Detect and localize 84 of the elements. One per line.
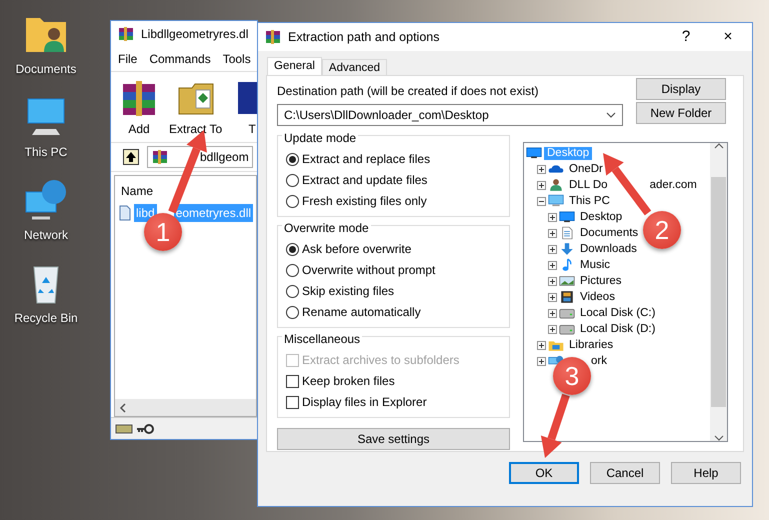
drive-icon bbox=[115, 422, 133, 434]
dialog-button[interactable]: OK bbox=[509, 462, 579, 484]
tree-item[interactable]: Desktop bbox=[577, 210, 626, 224]
archive-books-icon bbox=[151, 148, 169, 166]
key-icon bbox=[136, 422, 154, 434]
monitor-icon bbox=[526, 146, 542, 160]
tree-item[interactable]: Pictures bbox=[577, 274, 625, 288]
vertical-scrollbar[interactable] bbox=[710, 143, 727, 441]
radio-option[interactable]: Rename automatically bbox=[286, 303, 501, 321]
person-icon bbox=[548, 178, 564, 192]
download-arrow-icon bbox=[559, 242, 575, 256]
expand-toggle[interactable] bbox=[537, 340, 546, 350]
annotation-arrow bbox=[540, 394, 570, 458]
tree-item[interactable]: OneDr bbox=[566, 162, 606, 176]
tab[interactable]: Advanced bbox=[322, 59, 388, 76]
expand-toggle[interactable] bbox=[548, 276, 557, 286]
tree-item[interactable]: Documents bbox=[577, 226, 642, 240]
tree-item[interactable]: Music bbox=[577, 258, 614, 272]
expand-toggle[interactable] bbox=[548, 212, 557, 222]
expand-toggle[interactable] bbox=[548, 244, 557, 254]
tree-item[interactable]: ader.com bbox=[646, 178, 700, 192]
toolbar-button[interactable]: T bbox=[232, 78, 257, 138]
tree-item[interactable]: Downloads bbox=[577, 242, 640, 256]
scroll-left-icon[interactable] bbox=[119, 402, 127, 412]
expand-toggle[interactable] bbox=[548, 324, 557, 334]
monitor-icon bbox=[559, 210, 575, 224]
desktop-icon-label[interactable]: Recycle Bin bbox=[14, 309, 78, 327]
tab[interactable]: General bbox=[267, 57, 322, 76]
dialog-button[interactable]: Cancel bbox=[590, 462, 660, 484]
expand-toggle[interactable] bbox=[537, 164, 546, 174]
scroll-up-icon[interactable] bbox=[714, 143, 724, 149]
side-button[interactable]: New Folder bbox=[636, 102, 726, 124]
radio-option[interactable]: Overwrite without prompt bbox=[286, 261, 501, 279]
picture-icon bbox=[559, 274, 575, 288]
save-settings-button[interactable]: Save settings bbox=[277, 428, 510, 450]
tree-item[interactable]: DLL Do bbox=[566, 178, 611, 192]
expand-toggle[interactable] bbox=[548, 292, 557, 302]
expand-toggle[interactable] bbox=[548, 260, 557, 270]
expand-toggle[interactable] bbox=[548, 308, 557, 318]
tree-item[interactable]: Local Disk (D:) bbox=[577, 322, 658, 336]
radio-option[interactable]: Ask before overwrite bbox=[286, 240, 501, 258]
archive-books-icon bbox=[117, 25, 135, 43]
help-button[interactable]: ? bbox=[668, 26, 704, 48]
archive-books-icon bbox=[264, 28, 282, 46]
close-button[interactable]: × bbox=[710, 26, 746, 48]
expand-toggle[interactable] bbox=[537, 356, 546, 366]
field-label: Destination path (will be created if does not exist) bbox=[277, 83, 540, 100]
expand-toggle[interactable] bbox=[537, 180, 546, 190]
desktop-icon-label[interactable]: Network bbox=[24, 226, 68, 244]
drive-icon bbox=[559, 322, 575, 336]
expand-toggle[interactable] bbox=[548, 228, 557, 238]
window-title: Extraction path and options bbox=[288, 28, 440, 46]
toolbar-button[interactable]: Add bbox=[119, 78, 159, 138]
radio-option[interactable]: Extract and replace files bbox=[286, 150, 501, 168]
menu-item[interactable]: File bbox=[118, 50, 138, 68]
menu-item[interactable]: Commands bbox=[149, 50, 211, 68]
horizontal-scrollbar[interactable] bbox=[115, 399, 256, 416]
file-icon bbox=[119, 205, 131, 221]
menu-item[interactable]: Tools bbox=[222, 50, 251, 68]
radio-option[interactable]: Extract and update files bbox=[286, 171, 501, 189]
monitor-icon bbox=[548, 194, 564, 208]
toolbar-button[interactable]: Extract To bbox=[169, 78, 222, 138]
tree-item[interactable]: This PC bbox=[566, 194, 613, 208]
film-strip-icon bbox=[559, 290, 575, 304]
expand-toggle[interactable] bbox=[537, 196, 546, 206]
radio-option[interactable]: Skip existing files bbox=[286, 282, 501, 300]
checkbox-option[interactable]: Keep broken files bbox=[286, 372, 501, 390]
scroll-down-icon[interactable] bbox=[714, 435, 724, 441]
tree-item[interactable]: Videos bbox=[577, 290, 618, 304]
drive-icon bbox=[559, 306, 575, 320]
up-folder-icon[interactable] bbox=[123, 149, 139, 165]
desktop-icon-label[interactable]: This PC bbox=[24, 143, 68, 161]
window-title: Libdllgeometryres.dl bbox=[141, 26, 248, 43]
tree-item[interactable]: Local Disk (C:) bbox=[577, 306, 658, 320]
path-combobox[interactable]: C:\Users\DllDownloader_com\Desktop bbox=[277, 104, 623, 126]
tree-item[interactable]: Libraries bbox=[566, 338, 616, 352]
column-header[interactable]: Name bbox=[115, 176, 256, 204]
dropdown-caret-icon bbox=[606, 112, 616, 118]
side-button[interactable]: Display bbox=[636, 78, 726, 100]
checkbox-option[interactable]: Display files in Explorer bbox=[286, 393, 501, 411]
desktop-icon-label[interactable]: Documents bbox=[16, 60, 76, 78]
radio-option[interactable]: Fresh existing files only bbox=[286, 192, 501, 210]
dialog-button[interactable]: Help bbox=[671, 462, 741, 484]
tree-item[interactable]: ork bbox=[588, 354, 610, 368]
